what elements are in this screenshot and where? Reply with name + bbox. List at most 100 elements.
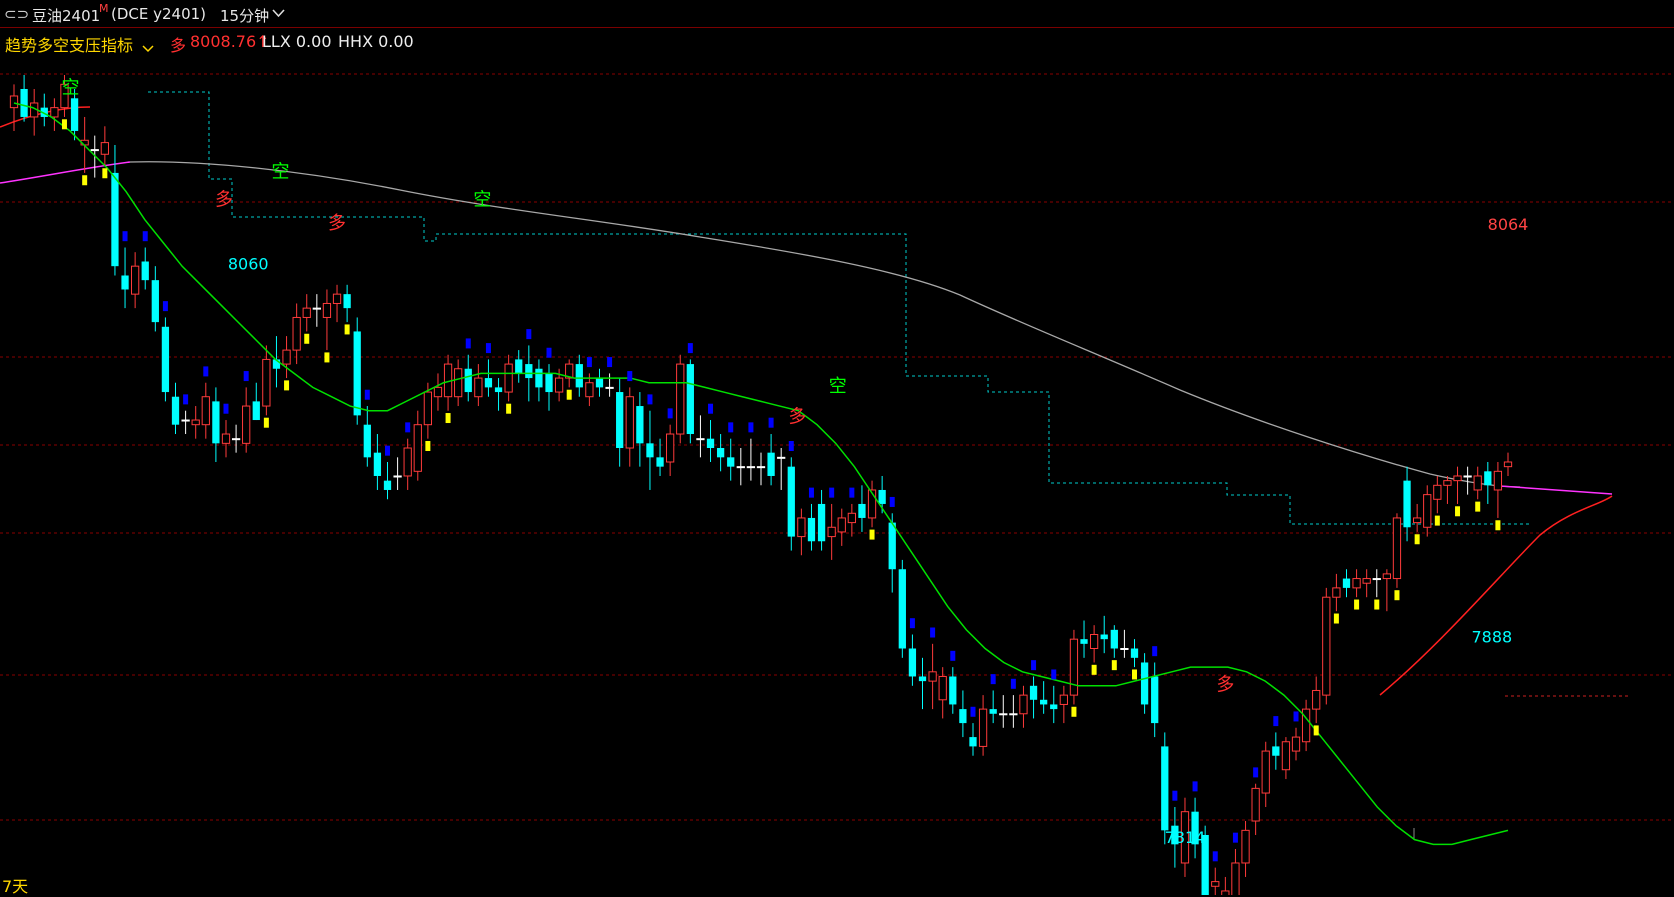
candle: [1059, 685, 1068, 724]
support-dot: [607, 357, 613, 368]
candle: [292, 303, 301, 365]
support-dot: [385, 445, 390, 456]
direction-label: 多: [170, 36, 187, 55]
candle: [1281, 737, 1291, 780]
candle: [1382, 569, 1391, 612]
candle: [1443, 475, 1452, 504]
candle: [1413, 503, 1422, 532]
candle: [595, 368, 604, 397]
candle: [131, 252, 140, 309]
candle: [1221, 876, 1230, 895]
candle: [413, 410, 422, 481]
candle: [656, 438, 664, 476]
symbol-name[interactable]: 豆油2401: [32, 5, 100, 26]
candle: [777, 448, 786, 490]
support-dot: [1394, 590, 1400, 601]
support-dot: [1212, 851, 1218, 862]
candle: [171, 382, 180, 435]
candle: [181, 410, 190, 435]
candle: [847, 503, 856, 537]
support-dot: [122, 231, 128, 242]
candle: [282, 336, 291, 379]
signal-label: 空: [829, 376, 847, 397]
candle: [494, 378, 503, 411]
support-dot: [263, 417, 269, 428]
candle: [474, 364, 483, 407]
candle: [959, 690, 967, 738]
signal-label: 多: [328, 213, 346, 234]
candle: [1453, 466, 1462, 504]
support-dot: [1111, 660, 1117, 671]
support-dot: [1172, 790, 1178, 801]
chevron-down-icon[interactable]: [272, 8, 285, 21]
candlestick-chart[interactable]: 空多空多空多空多 8060781480647888: [0, 55, 1674, 895]
candle: [221, 420, 231, 458]
candle: [30, 88, 39, 136]
support-dot: [61, 119, 67, 130]
support-dot: [889, 496, 895, 507]
support-dot: [647, 394, 653, 405]
signal-label: 多: [1216, 674, 1234, 695]
candle: [151, 266, 159, 332]
candle: [545, 364, 553, 411]
candle: [938, 667, 947, 719]
price-label: 7888: [1471, 627, 1512, 646]
support-dot: [405, 422, 411, 433]
candle: [504, 354, 513, 402]
candle: [575, 354, 583, 397]
link-icon[interactable]: ⊂⊃: [4, 5, 29, 23]
period-selector[interactable]: 15分钟: [220, 5, 269, 26]
candle: [787, 457, 795, 551]
candle: [201, 382, 210, 439]
candle: [736, 448, 745, 486]
candle: [20, 75, 28, 122]
candles: [9, 75, 1513, 895]
signal-label: 空: [62, 78, 80, 99]
support-dot: [1333, 613, 1339, 624]
candle: [464, 354, 472, 402]
candle: [1423, 485, 1432, 537]
price-label: 8060: [228, 255, 269, 274]
candle: [1301, 699, 1311, 752]
support-dot: [1152, 646, 1158, 657]
candle: [1100, 615, 1108, 654]
candle: [918, 657, 927, 710]
grid-lines: [0, 73, 1674, 821]
support-dot: [142, 231, 148, 242]
support-dot: [1253, 767, 1259, 778]
candle: [1272, 732, 1280, 770]
llx-value: LLX 0.00: [262, 32, 332, 51]
candle: [252, 382, 260, 421]
candle: [989, 690, 997, 724]
support-dot: [344, 324, 350, 335]
indicator-name[interactable]: 趋势多空支压指标: [5, 32, 133, 56]
signal-label: 多: [788, 406, 806, 427]
support-dot: [849, 487, 855, 498]
candle: [858, 485, 866, 532]
candle: [1332, 573, 1341, 612]
candle: [1029, 676, 1038, 719]
candle: [817, 489, 826, 551]
candle: [161, 317, 170, 402]
support-dot: [909, 618, 915, 629]
candle: [1352, 569, 1361, 598]
candle: [605, 373, 614, 397]
support-dot: [768, 417, 774, 428]
support-dot: [1232, 832, 1238, 843]
candle: [706, 420, 715, 462]
indicator-bar: 趋势多空支压指标 多 8008.76↑ LLX 0.00 HHX 0.00: [0, 29, 1674, 55]
support-dot: [1010, 678, 1016, 689]
candle: [373, 434, 382, 490]
support-dot: [102, 168, 108, 179]
candle: [807, 503, 816, 551]
signal-label: 多: [215, 190, 233, 211]
price-label: 7814: [1165, 828, 1206, 847]
candle: [343, 284, 351, 323]
support-dot: [445, 413, 451, 424]
title-bar: ⊂⊃ 豆油2401 M (DCE y2401) 15分钟: [0, 0, 1674, 28]
candle: [1433, 475, 1442, 514]
candle: [302, 294, 311, 332]
support-dot: [829, 487, 835, 498]
candle: [696, 415, 705, 458]
candle: [50, 98, 59, 131]
